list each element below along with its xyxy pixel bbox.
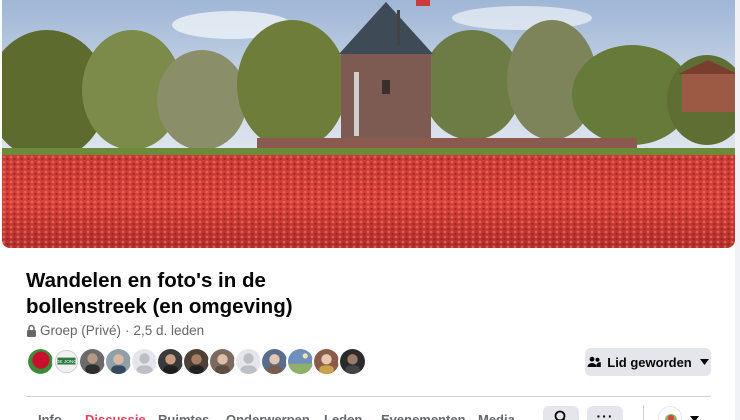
member-avatar[interactable] <box>78 347 107 376</box>
member-avatar[interactable] <box>182 347 211 376</box>
profile-avatar[interactable] <box>658 406 682 420</box>
chevron-down-icon[interactable] <box>690 416 699 420</box>
joined-group-label: Lid geworden <box>607 354 692 370</box>
joined-group-button[interactable]: Lid geworden <box>585 348 711 376</box>
toolbar-separator <box>643 405 644 420</box>
header-divider <box>26 396 711 397</box>
member-avatar[interactable] <box>260 347 289 376</box>
tab-rooms[interactable]: Ruimtes <box>158 412 209 420</box>
member-avatar[interactable] <box>312 347 341 376</box>
member-avatar[interactable] <box>156 347 185 376</box>
tab-members[interactable]: Leden <box>324 412 362 420</box>
cover-photo-image <box>2 0 735 248</box>
member-avatar[interactable] <box>208 347 237 376</box>
tab-discussion[interactable]: Discussie <box>85 412 146 420</box>
member-avatar[interactable] <box>286 347 315 376</box>
member-avatar[interactable] <box>338 347 367 376</box>
search-icon <box>554 410 568 420</box>
group-meta: Groep (Privé) · 2,5 d. leden <box>26 323 204 338</box>
group-search-button[interactable] <box>543 406 579 420</box>
member-avatar[interactable] <box>234 347 263 376</box>
tab-info[interactable]: Info <box>38 412 62 420</box>
tab-topics[interactable]: Onderwerpen <box>226 412 310 420</box>
more-options-button[interactable]: ··· <box>587 406 623 420</box>
lock-icon <box>26 324 37 337</box>
member-avatar[interactable] <box>130 347 159 376</box>
group-tabs: Info Discussie Ruimtes Onderwerpen Leden… <box>26 412 546 420</box>
meta-separator: · <box>125 323 130 338</box>
tab-events[interactable]: Evenementen <box>381 412 466 420</box>
group-title[interactable]: Wandelen en foto's in de bollenstreek (e… <box>26 268 356 320</box>
group-privacy[interactable]: Groep (Privé) <box>40 323 121 338</box>
chevron-down-icon <box>699 359 709 365</box>
avatar-text: DE JONG <box>56 359 77 365</box>
cover-photo[interactable] <box>2 0 735 248</box>
page-scroll-gutter <box>735 0 740 420</box>
member-avatar[interactable]: DE JONG <box>52 347 81 376</box>
tab-media[interactable]: Media <box>478 412 515 420</box>
member-count[interactable]: 2,5 d. leden <box>134 323 205 338</box>
member-avatar[interactable] <box>104 347 133 376</box>
people-icon <box>587 356 602 368</box>
member-avatar[interactable] <box>26 347 55 376</box>
